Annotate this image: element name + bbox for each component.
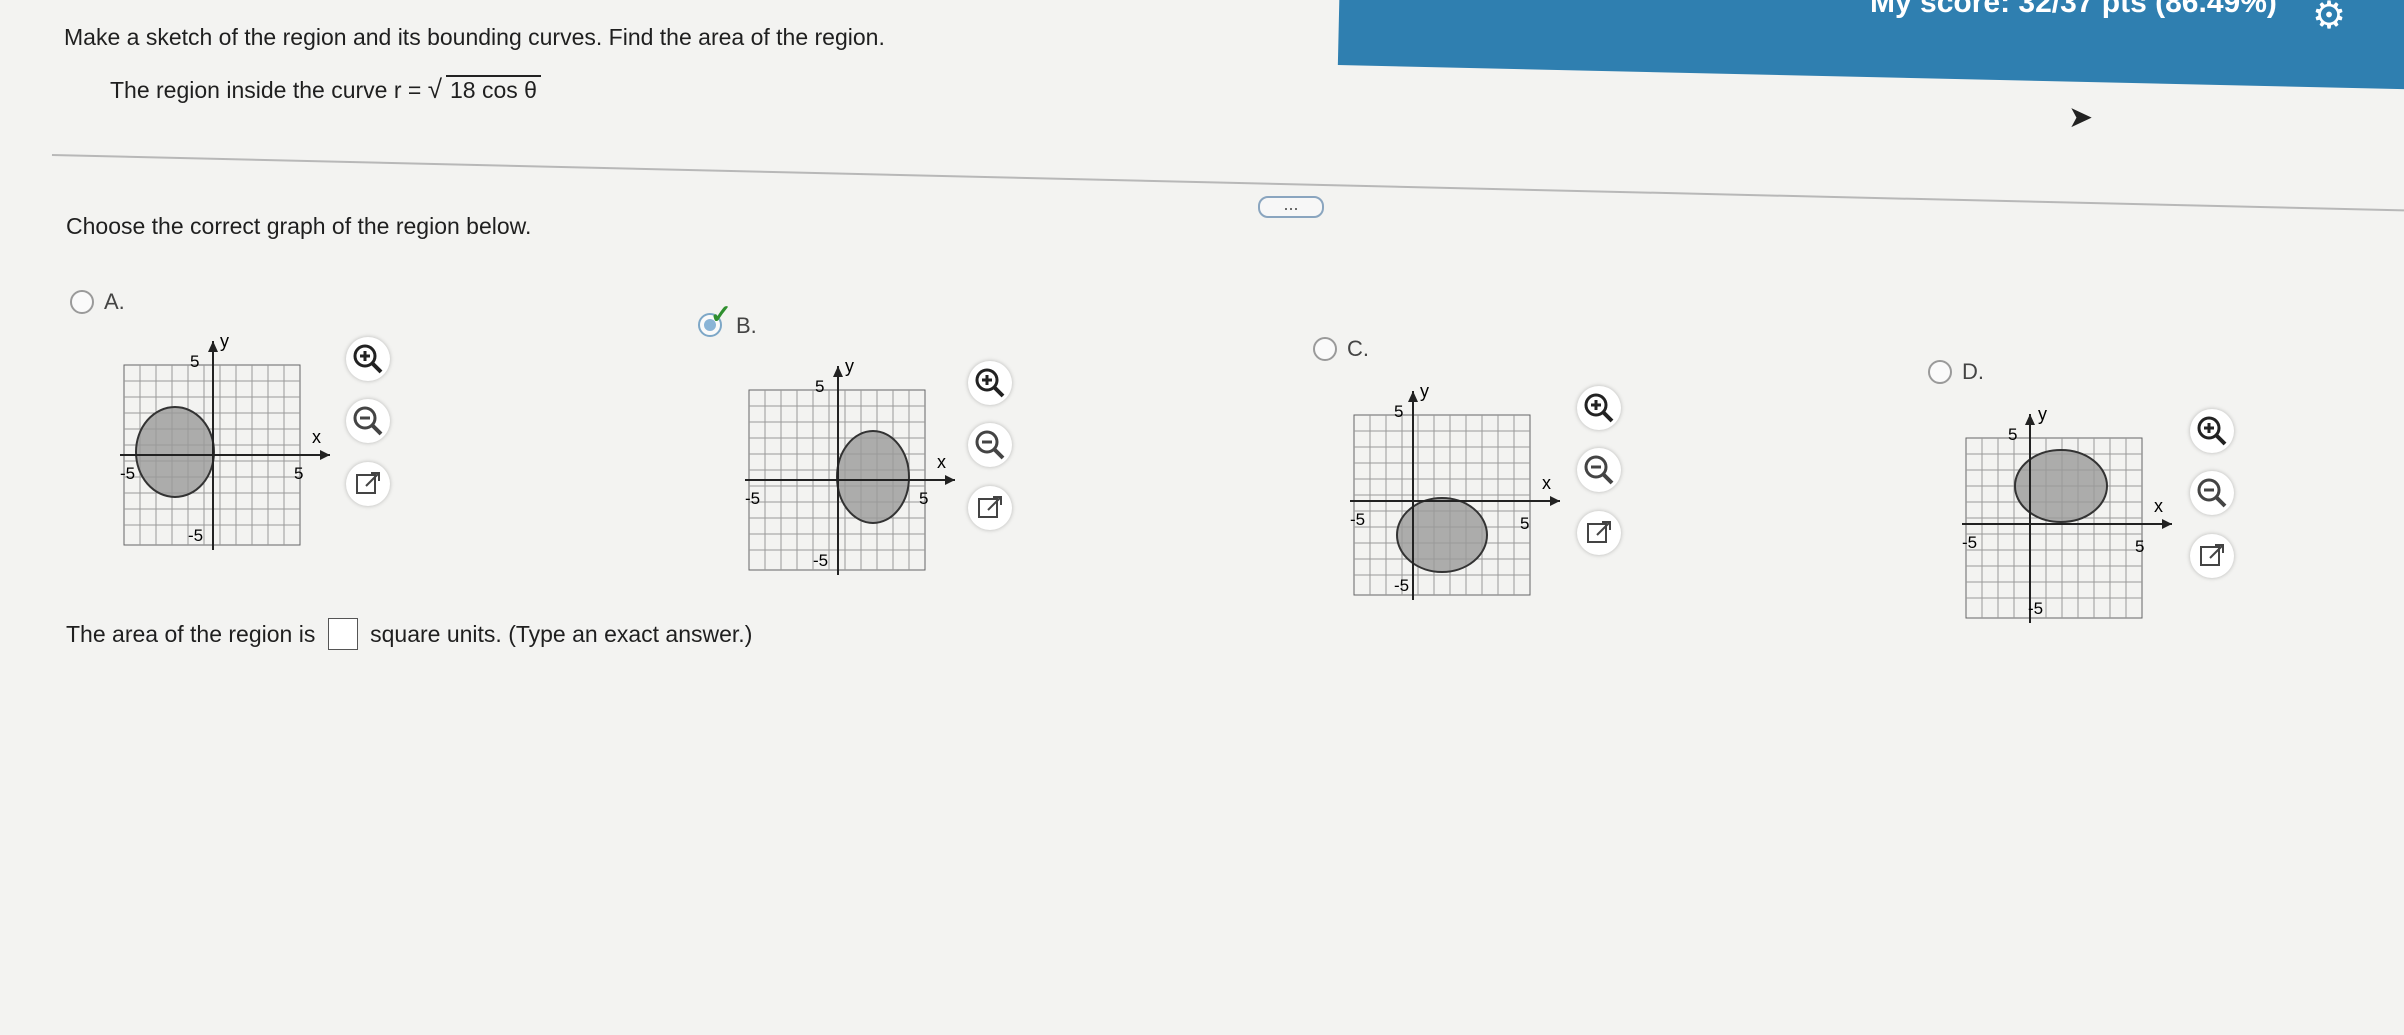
graph-b-y-label: y [845, 356, 854, 376]
area-prefix: The area of the region is [66, 621, 316, 647]
graph-b-x-label: x [937, 452, 946, 472]
graph-c-x-label: x [1542, 473, 1551, 493]
graph-a-tick-bottom: -5 [188, 526, 203, 545]
graph-b: y x 5 5 -5 -5 [725, 350, 975, 595]
graph-d-tick-right: 5 [2135, 537, 2144, 556]
score-text: My score: 32/37 pts (86.49%) [1870, 0, 2277, 19]
zoom-in-icon[interactable] [968, 361, 1012, 405]
graph-a-x-label: x [312, 427, 321, 447]
radio-a[interactable] [70, 290, 94, 314]
graph-c-tick-left: -5 [1350, 510, 1365, 529]
region-description: The region inside the curve r = √ 18 cos … [110, 74, 541, 105]
popout-icon[interactable] [2190, 534, 2234, 578]
area-answer-input[interactable] [327, 618, 358, 650]
graph-d-tick-bottom: -5 [2028, 599, 2043, 618]
zoom-in-icon[interactable] [1577, 386, 1621, 430]
gear-icon[interactable]: ⚙ [2312, 0, 2352, 36]
graph-a-tick-left: -5 [120, 464, 135, 483]
choice-b-label: B. [736, 313, 757, 338]
graph-c-tick-right: 5 [1520, 514, 1529, 533]
area-question: The area of the region is square units. … [66, 618, 752, 650]
radio-c[interactable] [1313, 337, 1337, 361]
popout-icon[interactable] [968, 486, 1012, 530]
zoom-out-icon[interactable] [346, 399, 390, 443]
choice-a-label: A. [104, 289, 125, 314]
graph-d-y-label: y [2038, 404, 2047, 424]
graph-a-tick-top: 5 [190, 352, 199, 371]
section-divider [51, 154, 2404, 213]
choice-d-label: D. [1962, 359, 1984, 384]
region-prefix: The region inside the curve r = [110, 77, 422, 103]
graph-c-tick-bottom: -5 [1394, 576, 1409, 595]
zoom-out-icon[interactable] [2190, 471, 2234, 515]
graph-c-tick-top: 5 [1394, 402, 1403, 421]
graph-a: y x 5 5 -5 -5 [100, 325, 350, 570]
checkmark-icon: ✓ [710, 299, 732, 329]
zoom-in-icon[interactable] [346, 337, 390, 381]
graph-prompt: Choose the correct graph of the region b… [66, 213, 532, 239]
zoom-in-icon[interactable] [2190, 409, 2234, 453]
instruction-text: Make a sketch of the region and its boun… [64, 24, 885, 50]
graph-c-y-label: y [1420, 381, 1429, 401]
sqrt-icon: √ [427, 74, 442, 104]
radio-d[interactable] [1928, 360, 1952, 384]
graph-c: y x 5 5 -5 -5 [1330, 375, 1580, 620]
graph-d-tick-left: -5 [1962, 533, 1977, 552]
graph-b-tick-top: 5 [815, 377, 824, 396]
graph-a-y-label: y [220, 331, 229, 351]
graph-b-tick-right: 5 [919, 489, 928, 508]
popout-icon[interactable] [346, 462, 390, 506]
area-suffix: square units. (Type an exact answer.) [370, 621, 753, 647]
graph-d-tick-top: 5 [2008, 425, 2017, 444]
region-radicand: 18 cos θ [445, 75, 541, 104]
zoom-out-icon[interactable] [968, 423, 1012, 467]
graph-d: y x 5 5 -5 -5 [1942, 398, 2192, 643]
more-button[interactable]: ... [1258, 195, 1324, 218]
zoom-out-icon[interactable] [1577, 448, 1621, 492]
choice-c-label: C. [1347, 336, 1369, 361]
graph-d-x-label: x [2154, 496, 2163, 516]
mouse-cursor-icon: ➤ [2068, 101, 2094, 134]
graph-b-tick-left: -5 [745, 489, 760, 508]
popout-icon[interactable] [1577, 511, 1621, 555]
graph-a-tick-right: 5 [294, 464, 303, 483]
graph-b-tick-bottom: -5 [813, 551, 828, 570]
